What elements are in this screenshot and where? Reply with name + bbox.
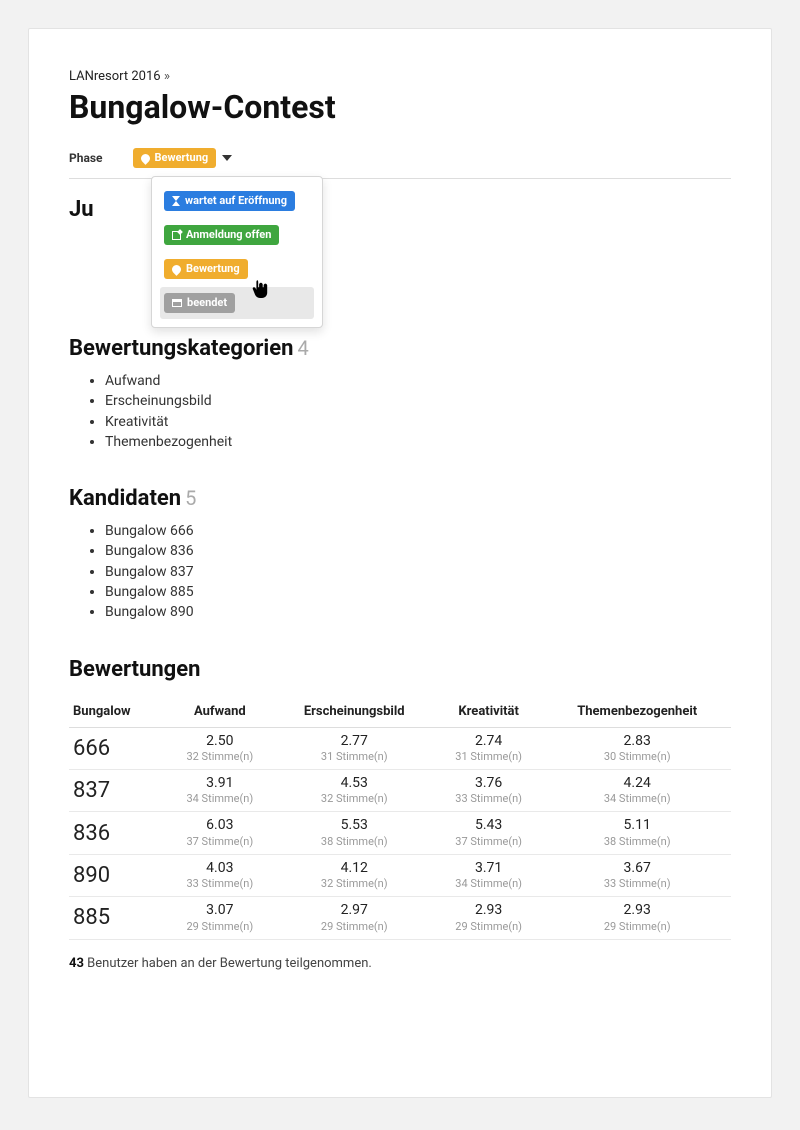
phase-option-3[interactable]: beendet	[160, 287, 314, 319]
categories-heading: Bewertungskategorien4	[69, 336, 731, 361]
ratings-table: BungalowAufwandErscheinungsbildKreativit…	[69, 696, 731, 940]
list-item: Bungalow 890	[105, 602, 731, 622]
archive-icon	[172, 299, 182, 307]
candidates-list: Bungalow 666Bungalow 836Bungalow 837Bung…	[69, 521, 731, 622]
breadcrumb: LANresort 2016 »	[69, 69, 731, 84]
participation-footnote: 43 Benutzer haben an der Bewertung teilg…	[69, 956, 731, 971]
phase-current-badge: Bewertung	[133, 148, 217, 168]
table-row: 8853.0729 Stimme(n)2.9729 Stimme(n)2.932…	[69, 897, 731, 939]
phase-row: Phase Bewertung wartet auf EröffnungAnme…	[69, 148, 731, 179]
comment-icon	[139, 152, 152, 165]
rating-cell: 2.7431 Stimme(n)	[434, 727, 543, 769]
phase-option-label: Anmeldung offen	[186, 227, 271, 243]
rating-cell: 2.7731 Stimme(n)	[275, 727, 434, 769]
list-item: Bungalow 885	[105, 582, 731, 602]
hourglass-icon	[172, 196, 180, 206]
ratings-col-2: Erscheinungsbild	[275, 696, 434, 728]
ratings-col-0: Bungalow	[69, 696, 165, 728]
phase-label: Phase	[69, 151, 103, 165]
phase-option-badge: wartet auf Eröffnung	[164, 191, 295, 211]
phase-option-label: wartet auf Eröffnung	[185, 193, 287, 209]
table-row: 8373.9134 Stimme(n)4.5332 Stimme(n)3.763…	[69, 770, 731, 812]
phase-dropdown-menu: wartet auf Eröffnung Anmeldung offen Bewer…	[151, 176, 323, 328]
rating-cell: 2.5032 Stimme(n)	[165, 727, 274, 769]
table-row: 6662.5032 Stimme(n)2.7731 Stimme(n)2.743…	[69, 727, 731, 769]
list-item: Erscheinungsbild	[105, 391, 731, 411]
candidates-heading: Kandidaten5	[69, 486, 731, 511]
ratings-heading: Bewertungen	[69, 657, 731, 682]
breadcrumb-parent-link[interactable]: LANresort 2016	[69, 69, 161, 84]
row-id: 837	[69, 770, 165, 812]
list-item: Bungalow 836	[105, 541, 731, 561]
table-row: 8904.0333 Stimme(n)4.1232 Stimme(n)3.713…	[69, 854, 731, 896]
rating-cell: 3.7134 Stimme(n)	[434, 854, 543, 896]
rating-cell: 2.9329 Stimme(n)	[434, 897, 543, 939]
row-id: 885	[69, 897, 165, 939]
phase-option-label: Bewertung	[186, 261, 240, 277]
phase-option-label: beendet	[187, 295, 227, 311]
rating-cell: 2.8330 Stimme(n)	[543, 727, 731, 769]
phase-option-badge: Anmeldung offen	[164, 225, 279, 245]
list-item: Themenbezogenheit	[105, 432, 731, 452]
rating-cell: 3.9134 Stimme(n)	[165, 770, 274, 812]
row-id: 836	[69, 812, 165, 854]
rating-cell: 4.0333 Stimme(n)	[165, 854, 274, 896]
rating-cell: 5.5338 Stimme(n)	[275, 812, 434, 854]
list-item: Aufwand	[105, 371, 731, 391]
rating-cell: 2.9329 Stimme(n)	[543, 897, 731, 939]
ratings-col-1: Aufwand	[165, 696, 274, 728]
breadcrumb-separator: »	[164, 69, 170, 84]
content-card: LANresort 2016 » Bungalow-Contest Phase …	[28, 28, 772, 1098]
comment-icon	[170, 263, 183, 276]
rating-cell: 4.1232 Stimme(n)	[275, 854, 434, 896]
ratings-col-4: Themenbezogenheit	[543, 696, 731, 728]
chevron-down-icon	[222, 155, 232, 161]
rating-cell: 4.2434 Stimme(n)	[543, 770, 731, 812]
list-item: Bungalow 837	[105, 562, 731, 582]
rating-cell: 3.0729 Stimme(n)	[165, 897, 274, 939]
phase-option-1[interactable]: Anmeldung offen	[160, 219, 314, 251]
page-title: Bungalow-Contest	[69, 88, 731, 126]
row-id: 666	[69, 727, 165, 769]
rating-cell: 3.7633 Stimme(n)	[434, 770, 543, 812]
rating-cell: 5.1138 Stimme(n)	[543, 812, 731, 854]
ratings-col-3: Kreativität	[434, 696, 543, 728]
rating-cell: 2.9729 Stimme(n)	[275, 897, 434, 939]
rating-cell: 6.0337 Stimme(n)	[165, 812, 274, 854]
table-row: 8366.0337 Stimme(n)5.5338 Stimme(n)5.433…	[69, 812, 731, 854]
categories-list: AufwandErscheinungsbildKreativitätThemen…	[69, 371, 731, 452]
phase-option-badge: Bewertung	[164, 259, 248, 279]
list-item: Bungalow 666	[105, 521, 731, 541]
edit-icon	[172, 231, 181, 240]
row-id: 890	[69, 854, 165, 896]
rating-cell: 4.5332 Stimme(n)	[275, 770, 434, 812]
phase-option-0[interactable]: wartet auf Eröffnung	[160, 185, 314, 217]
phase-option-badge: beendet	[164, 293, 235, 313]
rating-cell: 5.4337 Stimme(n)	[434, 812, 543, 854]
list-item: Kreativität	[105, 412, 731, 432]
phase-option-2[interactable]: Bewertung	[160, 253, 314, 285]
rating-cell: 3.6733 Stimme(n)	[543, 854, 731, 896]
phase-dropdown-trigger[interactable]: Bewertung	[133, 148, 233, 168]
